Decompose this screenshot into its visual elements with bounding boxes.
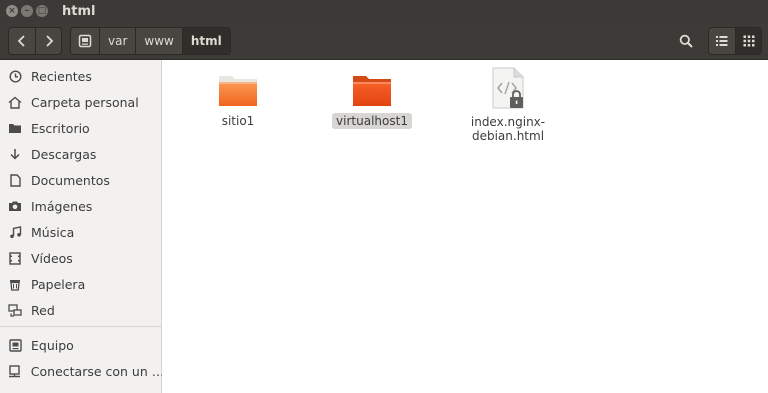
sidebar-item-descargas[interactable]: Descargas	[0, 141, 162, 167]
sidebar-item-label: Documentos	[31, 172, 110, 188]
sidebar-item-videos[interactable]: Vídeos	[0, 245, 162, 271]
folder-icon	[219, 76, 257, 106]
grid-view-icon	[743, 35, 754, 47]
clock-icon	[8, 69, 22, 83]
search-icon	[679, 34, 693, 48]
folder-icon	[353, 76, 391, 106]
sidebar-item-label: Papelera	[31, 276, 86, 292]
document-icon	[8, 173, 22, 187]
file-name: index.nginx- debian.html	[467, 114, 549, 144]
sidebar-item-recientes[interactable]: Recientes	[0, 63, 162, 89]
file-name: virtualhost1	[332, 113, 412, 129]
music-icon	[8, 225, 22, 239]
sidebar-item-equipo[interactable]: Equipo	[0, 332, 162, 358]
sidebar-item-red[interactable]: Red	[0, 297, 162, 323]
breadcrumb-www[interactable]: www	[135, 28, 181, 54]
download-icon	[8, 147, 22, 161]
camera-icon	[8, 199, 22, 213]
file-item-index-nginx-debian-html[interactable]: index.nginx- debian.html	[453, 67, 563, 144]
sidebar-item-musica[interactable]: Música	[0, 219, 162, 245]
list-view-button[interactable]	[709, 28, 735, 54]
sidebar: Recientes Carpeta personal Escritorio De…	[0, 60, 162, 393]
file-item-virtualhost1[interactable]: virtualhost1	[317, 72, 427, 129]
sidebar-item-label: Vídeos	[31, 250, 73, 266]
search-button[interactable]	[672, 27, 700, 55]
breadcrumb-var[interactable]: var	[99, 28, 135, 54]
chevron-left-icon	[17, 35, 25, 47]
title-bar: × – □ html	[0, 0, 768, 22]
view-mode-buttons	[708, 27, 762, 55]
sidebar-item-documentos[interactable]: Documentos	[0, 167, 162, 193]
sidebar-item-label: Conectarse con un …	[30, 363, 162, 379]
back-button[interactable]	[9, 28, 35, 54]
window-controls: × – □	[6, 5, 48, 17]
window-title: html	[62, 3, 96, 19]
breadcrumb: var www html	[70, 27, 231, 55]
breadcrumb-root[interactable]	[71, 28, 99, 54]
file-item-sitio1[interactable]: sitio1	[183, 72, 293, 129]
sidebar-item-imagenes[interactable]: Imágenes	[0, 193, 162, 219]
sidebar-item-carpeta-personal[interactable]: Carpeta personal	[0, 89, 162, 115]
sidebar-item-label: Descargas	[31, 146, 97, 162]
folder-icon	[8, 121, 22, 135]
header-bar: var www html	[0, 22, 768, 60]
sidebar-item-label: Recientes	[31, 68, 92, 84]
server-icon	[8, 364, 22, 378]
html-file-icon	[492, 67, 524, 109]
file-name-line: debian.html	[471, 129, 545, 143]
navigation-buttons	[8, 27, 62, 55]
home-icon	[8, 95, 22, 109]
network-icon	[8, 303, 22, 317]
trash-icon	[8, 277, 22, 291]
close-window-button[interactable]: ×	[6, 5, 18, 17]
sidebar-item-label: Imágenes	[31, 198, 93, 214]
file-name-line: index.nginx-	[470, 115, 546, 129]
sidebar-item-label: Música	[31, 224, 75, 240]
video-icon	[8, 251, 22, 265]
sidebar-item-label: Carpeta personal	[31, 94, 139, 110]
sidebar-item-papelera[interactable]: Papelera	[0, 271, 162, 297]
list-view-icon	[716, 36, 728, 46]
grid-view-button[interactable]	[735, 28, 761, 54]
sidebar-item-label: Red	[31, 302, 55, 318]
chevron-right-icon	[45, 35, 53, 47]
computer-icon	[8, 338, 22, 352]
sidebar-item-conectarse[interactable]: Conectarse con un …	[0, 358, 162, 384]
minimize-window-button[interactable]: –	[21, 5, 33, 17]
drive-icon	[78, 34, 92, 48]
sidebar-item-label: Escritorio	[31, 120, 90, 136]
sidebar-item-label: Equipo	[31, 337, 74, 353]
sidebar-divider	[0, 326, 161, 327]
sidebar-item-escritorio[interactable]: Escritorio	[0, 115, 162, 141]
forward-button[interactable]	[35, 28, 61, 54]
file-name: sitio1	[221, 114, 255, 128]
breadcrumb-html[interactable]: html	[181, 28, 230, 54]
file-view: sitio1 virtualhost1 index.nginx- debian.…	[163, 60, 768, 393]
maximize-window-button[interactable]: □	[36, 5, 48, 17]
